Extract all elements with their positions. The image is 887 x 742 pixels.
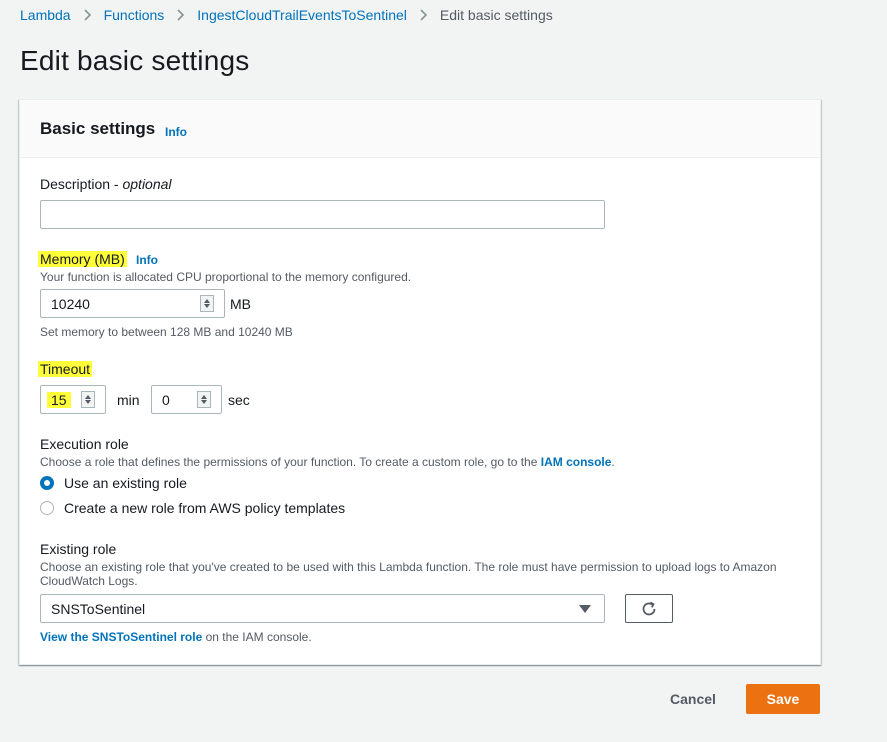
radio-create-new-role-label: Create a new role from AWS policy templa… [64, 500, 346, 516]
memory-spin-icon[interactable] [200, 295, 214, 312]
radio-create-new-role[interactable]: Create a new role from AWS policy templa… [40, 500, 345, 516]
memory-value: 10240 [51, 295, 90, 312]
description-label-text: Description [40, 176, 111, 192]
existing-role-label: Existing role [40, 541, 117, 557]
existing-role-selected: SNSToSentinel [51, 600, 146, 617]
memory-info-link[interactable]: Info [136, 253, 158, 267]
card-header: Basic settings Info [20, 100, 820, 158]
timeout-minutes-value: 15 [47, 391, 81, 408]
timeout-sec-unit: sec [228, 392, 250, 408]
chevron-right-icon [177, 9, 185, 21]
timeout-label-text: Timeout [38, 361, 93, 377]
caret-down-icon [579, 604, 591, 613]
chevron-right-icon [420, 9, 427, 21]
view-role-suffix: on the IAM console. [202, 630, 312, 644]
basic-settings-info-link[interactable]: Info [165, 125, 187, 139]
breadcrumb-functions[interactable]: Functions [104, 7, 165, 23]
execution-role-help: Choose a role that defines the permissio… [40, 455, 615, 469]
view-role-text: View the SNSToSentinel role on the IAM c… [40, 630, 312, 644]
memory-stepper[interactable]: 10240 [40, 289, 225, 318]
breadcrumb-current: Edit basic settings [439, 7, 553, 23]
memory-unit: MB [230, 296, 251, 312]
breadcrumb-function-name[interactable]: IngestCloudTrailEventsToSentinel [197, 7, 407, 23]
refresh-roles-button[interactable] [625, 594, 673, 623]
memory-label-text: Memory (MB) [38, 251, 127, 267]
memory-constraint: Set memory to between 128 MB and 10240 M… [40, 325, 293, 339]
execution-role-help-text: Choose a role that defines the permissio… [40, 455, 541, 469]
timeout-seconds-spin-icon[interactable] [197, 391, 211, 408]
description-label-separator: - [110, 176, 123, 192]
timeout-seconds-stepper[interactable]: 0 [151, 385, 222, 414]
timeout-minutes-stepper[interactable]: 15 [40, 385, 106, 414]
basic-settings-card: Basic settings Info Description - option… [19, 99, 821, 665]
timeout-label: Timeout [38, 361, 93, 377]
radio-use-existing-role[interactable]: Use an existing role [40, 475, 187, 491]
existing-role-help-line2: CloudWatch Logs. [40, 574, 138, 588]
description-label: Description - optional [40, 176, 172, 192]
view-role-link[interactable]: View the SNSToSentinel role [40, 630, 202, 644]
description-optional: optional [122, 176, 172, 192]
breadcrumb-lambda[interactable]: Lambda [20, 7, 71, 23]
timeout-seconds-value: 0 [162, 391, 170, 408]
timeout-minutes-text: 15 [47, 391, 71, 408]
existing-role-help: Choose an existing role that you've crea… [40, 560, 810, 588]
radio-unchecked-icon[interactable] [40, 501, 54, 515]
timeout-minutes-spin-icon[interactable] [81, 391, 95, 408]
execution-role-help-suffix: . [611, 455, 615, 469]
refresh-icon [642, 601, 656, 615]
page-title: Edit basic settings [20, 45, 250, 76]
save-button[interactable]: Save [746, 684, 820, 714]
radio-use-existing-role-label: Use an existing role [64, 475, 187, 491]
breadcrumb: Lambda Functions IngestCloudTrailEventsT… [20, 6, 553, 24]
execution-role-label: Execution role [40, 436, 129, 452]
memory-label: Memory (MB) [38, 251, 127, 267]
memory-help: Your function is allocated CPU proportio… [40, 270, 412, 284]
chevron-right-icon [84, 9, 91, 21]
timeout-min-unit: min [117, 392, 140, 408]
existing-role-help-line1: Choose an existing role that you've crea… [40, 560, 777, 574]
existing-role-select[interactable]: SNSToSentinel [40, 594, 605, 623]
radio-checked-icon[interactable] [40, 476, 54, 490]
iam-console-link[interactable]: IAM console [541, 455, 612, 469]
description-input[interactable] [40, 200, 605, 229]
card-title: Basic settings [40, 119, 156, 138]
cancel-button[interactable]: Cancel [662, 688, 724, 710]
